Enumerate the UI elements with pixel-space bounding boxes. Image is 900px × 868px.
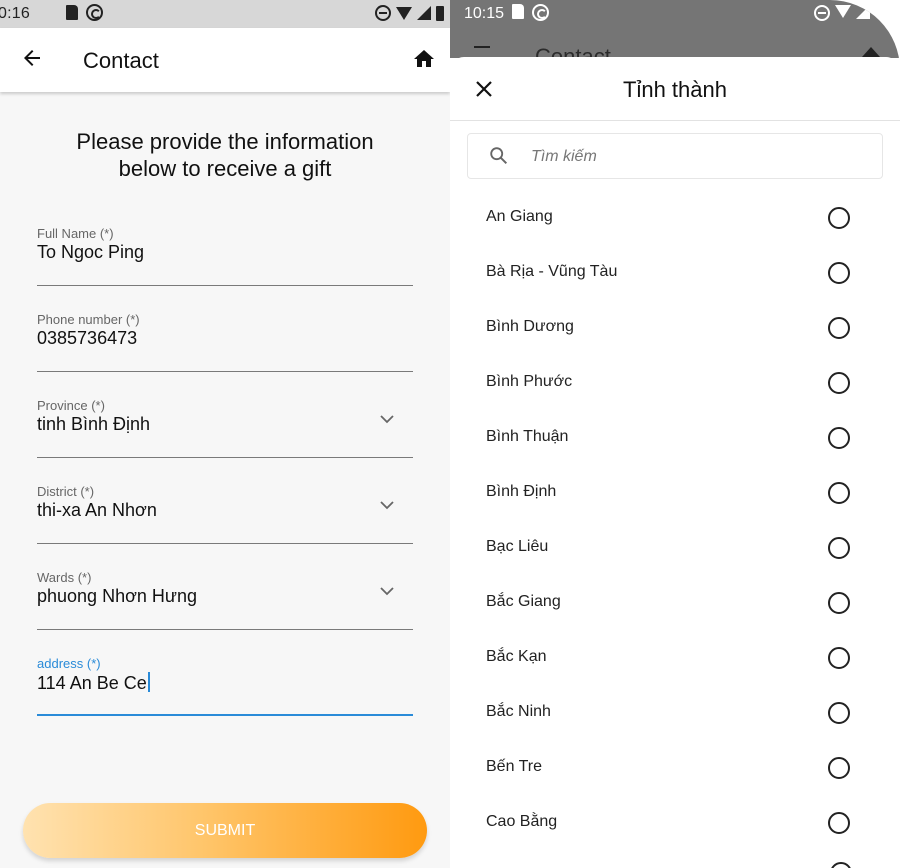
text-cursor <box>147 672 150 692</box>
search-box[interactable] <box>467 133 883 179</box>
form-heading: Please provide the information below to … <box>0 128 450 182</box>
chevron-down-icon <box>380 587 394 596</box>
status-time: 10:15 <box>464 5 505 22</box>
field-value: phuong Nhơn Hưng <box>37 586 197 606</box>
heading-line-1: Please provide the information <box>76 129 374 154</box>
wifi-icon <box>835 5 851 18</box>
province-bottom-sheet: Tỉnh thành An Giang Bà Rịa - Vũng Tàu Bì… <box>450 57 900 868</box>
submit-button[interactable]: SUBMIT <box>23 803 427 858</box>
field-label: Province (*) <box>37 398 105 413</box>
field-value: 0385736473 <box>37 328 138 348</box>
province-name: Bạc Liêu <box>486 538 549 555</box>
field-label: address (*) <box>37 656 101 671</box>
phone-number-field[interactable]: Phone number (*) 0385736473 <box>37 312 413 372</box>
province-list: An Giang Bà Rịa - Vũng Tàu Bình Dương Bì… <box>450 190 900 850</box>
province-name: Bình Dương <box>486 318 574 335</box>
address-field[interactable]: address (*) 114 An Be Ce <box>37 656 413 716</box>
radio-icon[interactable] <box>828 812 850 834</box>
status-bar: 0:16 <box>0 0 450 28</box>
field-label: Wards (*) <box>37 570 92 585</box>
wards-select[interactable]: Wards (*) phuong Nhơn Hưng <box>37 570 413 630</box>
sd-card-icon <box>512 4 524 19</box>
address-text: 114 An Be Ce <box>37 673 147 693</box>
province-item[interactable]: Bạc Liêu <box>450 520 900 575</box>
province-name: Bắc Ninh <box>486 703 551 720</box>
home-icon[interactable] <box>412 47 436 71</box>
province-name: Cao Bằng <box>486 813 558 830</box>
sync-icon <box>86 4 103 21</box>
contact-screen: 0:16 Contact Please provide the informat… <box>0 0 450 868</box>
battery-icon <box>436 5 444 21</box>
heading-line-2: below to receive a gift <box>118 156 332 181</box>
home-icon <box>862 47 880 57</box>
province-item[interactable]: Cao Bằng <box>450 795 900 850</box>
province-item[interactable]: Bắc Giang <box>450 575 900 630</box>
province-name: Bắc Kạn <box>486 648 547 665</box>
province-name: Bắc Giang <box>486 593 561 610</box>
status-bar: 10:15 Contact <box>450 0 900 69</box>
dnd-icon <box>814 5 830 21</box>
province-name: Bình Thuận <box>486 428 569 445</box>
wifi-icon <box>396 6 412 20</box>
search-input[interactable] <box>531 144 861 170</box>
signal-icon <box>856 5 870 19</box>
radio-icon[interactable] <box>828 537 850 559</box>
sheet-title: Tỉnh thành <box>623 77 727 102</box>
field-label: Full Name (*) <box>37 226 114 241</box>
app-bar: Contact <box>0 28 450 92</box>
field-value: thi-xa An Nhơn <box>37 500 157 520</box>
field-label: District (*) <box>37 484 95 499</box>
dnd-icon <box>375 5 391 21</box>
radio-icon[interactable] <box>828 482 850 504</box>
province-item[interactable]: Bình Thuận <box>450 410 900 465</box>
province-item[interactable]: An Giang <box>450 190 900 245</box>
province-item[interactable]: Bình Dương <box>450 300 900 355</box>
province-name: Bình Định <box>486 483 557 500</box>
radio-icon[interactable] <box>828 262 850 284</box>
field-value: 114 An Be Ce <box>37 672 150 694</box>
signal-icon <box>417 6 431 20</box>
radio-icon[interactable] <box>828 702 850 724</box>
province-picker-screen: 10:15 Contact Tỉnh thành <box>450 0 900 868</box>
field-label: Phone number (*) <box>37 312 140 327</box>
full-name-field[interactable]: Full Name (*) To Ngoc Ping <box>37 226 413 286</box>
radio-icon[interactable] <box>828 757 850 779</box>
province-item[interactable]: Bến Tre <box>450 740 900 795</box>
province-item[interactable]: Bà Rịa - Vũng Tàu <box>450 245 900 300</box>
field-value: To Ngoc Ping <box>37 242 145 262</box>
radio-icon[interactable] <box>828 592 850 614</box>
sd-card-icon <box>66 5 78 20</box>
radio-icon[interactable] <box>828 317 850 339</box>
radio-icon[interactable] <box>828 647 850 669</box>
province-item[interactable]: Bắc Kạn <box>450 630 900 685</box>
province-item[interactable]: Bình Định <box>450 465 900 520</box>
sheet-header: Tỉnh thành <box>450 57 900 121</box>
district-select[interactable]: District (*) thi-xa An Nhơn <box>37 484 413 544</box>
province-select[interactable]: Province (*) tinh Bình Định <box>37 398 413 458</box>
radio-icon[interactable] <box>828 372 850 394</box>
sync-icon <box>532 4 549 21</box>
page-title: Contact <box>83 48 159 73</box>
province-name: An Giang <box>486 208 553 225</box>
province-item[interactable]: Bắc Ninh <box>450 685 900 740</box>
province-item[interactable]: Bình Phước <box>450 355 900 410</box>
province-name: Bến Tre <box>486 758 543 775</box>
chevron-down-icon <box>380 501 394 510</box>
province-name: Bà Rịa - Vũng Tàu <box>486 263 618 280</box>
search-icon <box>490 147 508 165</box>
radio-icon[interactable] <box>828 427 850 449</box>
province-name: Bình Phước <box>486 373 573 390</box>
chevron-down-icon <box>380 415 394 424</box>
field-value: tinh Bình Định <box>37 414 151 434</box>
back-arrow-icon[interactable] <box>20 46 44 70</box>
radio-icon[interactable] <box>828 207 850 229</box>
status-time: 0:16 <box>0 5 30 22</box>
